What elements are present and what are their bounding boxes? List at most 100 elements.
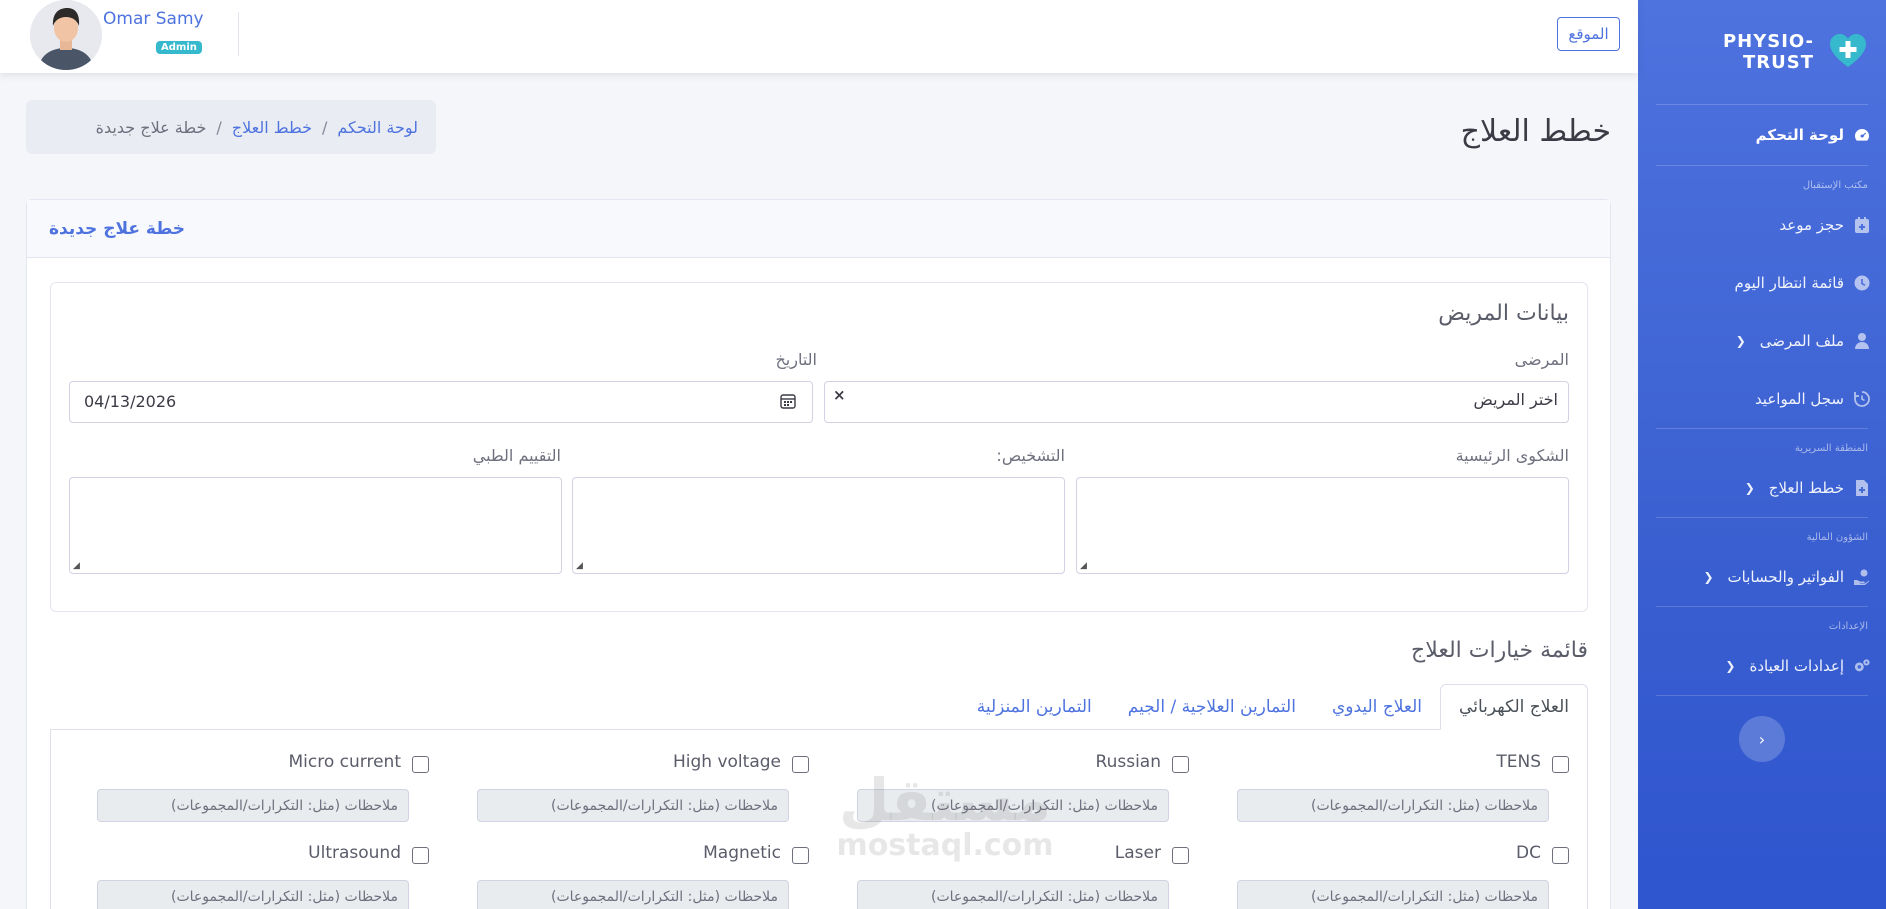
option-notes-input[interactable]: ملاحظات (مثل: التكرارات/المجموعات) [477,880,789,909]
sidebar-heading-finance: الشؤون المالية [1806,532,1868,543]
site-button[interactable]: الموقع [1557,17,1620,51]
breadcrumb-separator: / [321,117,328,137]
file-medical-icon [1854,480,1870,496]
resize-grip-icon[interactable]: ◢ [576,561,583,571]
sidebar-item-label: إعدادات العيادة [1749,657,1844,675]
options-title: قائمة خيارات العلاج [1411,638,1588,663]
sidebar-heading-settings: الإعدادات [1828,621,1868,632]
option-label: High voltage [673,752,781,772]
sidebar-heading-reception: مكتب الإستقبال [1802,180,1868,191]
option-checkbox[interactable] [792,847,809,864]
sidebar-heading-clinical: المنطقة السريرية [1794,443,1868,454]
option-checkbox[interactable] [412,847,429,864]
complaint-textarea[interactable]: ◢ [1076,477,1569,574]
patient-select-placeholder: اختر المريض [1473,390,1558,409]
user-injured-icon [1854,333,1870,349]
sidebar-item-clinic-settings[interactable]: إعدادات العيادة ❮ [1638,637,1886,695]
option-label: Laser [1114,843,1161,863]
sidebar-item-appointment-log[interactable]: سجل المواعيد [1638,370,1886,428]
assessment-textarea[interactable]: ◢ [69,477,562,574]
option-notes-input[interactable]: ملاحظات (مثل: التكرارات/المجموعات) [477,789,789,822]
avatar[interactable] [30,0,102,70]
chevron-left-icon: ❮ [1744,481,1755,495]
treatment-options: TENS ملاحظات (مثل: التكرارات/المجموعات) … [50,730,1588,909]
sidebar-item-treatment-plans[interactable]: خطط العلاج ❮ [1638,459,1886,517]
option-notes-input[interactable]: ملاحظات (مثل: التكرارات/المجموعات) [1237,880,1549,909]
option-checkbox[interactable] [1172,847,1189,864]
option-checkbox[interactable] [1172,756,1189,773]
option-checkbox[interactable] [1552,756,1569,773]
option-notes-input[interactable]: ملاحظات (مثل: التكرارات/المجموعات) [857,880,1169,909]
sidebar-item-label: الفواتير والحسابات [1727,568,1844,586]
sidebar-toggle-button[interactable]: ‹ [1739,716,1785,762]
calendar-plus-icon [1854,217,1870,233]
treatment-tabs: العلاج الكهربائي العلاج اليدوي التمارين … [50,684,1588,730]
topbar: Omar Samy Admin الموقع [0,0,1638,73]
option-micro-current: Micro current ملاحظات (مثل: التكرارات/ال… [97,750,429,830]
date-input[interactable]: 04/13/2026 [69,381,813,423]
clock-icon [1854,275,1870,291]
option-checkbox[interactable] [792,756,809,773]
breadcrumb: خطة علاج جديدة / خطط العلاج / لوحة التحك… [26,100,436,154]
option-notes-input[interactable]: ملاحظات (مثل: التكرارات/المجموعات) [1237,789,1549,822]
calendar-icon[interactable] [780,393,796,413]
user-name[interactable]: Omar Samy [103,9,204,29]
option-checkbox[interactable] [412,756,429,773]
sidebar-item-patient-file[interactable]: ملف المرضى ❮ [1638,312,1886,370]
breadcrumb-treatment-plans[interactable]: خطط العلاج [232,118,312,137]
option-magnetic: Magnetic ملاحظات (مثل: التكرارات/المجموع… [477,841,809,909]
assessment-label: التقييم الطبي [472,446,561,465]
sidebar-item-label: سجل المواعيد [1754,390,1844,408]
resize-grip-icon[interactable]: ◢ [73,561,80,571]
patient-section-title: بيانات المريض [1438,301,1569,326]
option-label: Magnetic [703,843,781,863]
date-value: 04/13/2026 [84,392,177,411]
clear-icon[interactable]: × [833,386,846,404]
breadcrumb-dashboard[interactable]: لوحة التحكم [337,118,418,137]
watermark-url: mostaql.com [836,828,1054,863]
sidebar-item-today-waitlist[interactable]: قائمة انتظار اليوم [1638,254,1886,312]
option-tens: TENS ملاحظات (مثل: التكرارات/المجموعات) [1237,750,1569,830]
option-dc: DC ملاحظات (مثل: التكرارات/المجموعات) [1237,841,1569,909]
card-header: خطة علاج جديدة [27,200,1610,258]
date-label: التاريخ [775,350,817,369]
tab-home-exercise[interactable]: التمارين المنزلية [959,684,1110,730]
history-icon [1854,391,1870,407]
treatment-plan-card: خطة علاج جديدة بيانات المريض المرضى اختر… [26,199,1611,909]
sidebar: PHYSIO-TRUST لوحة التحكم مكتب الإستقبال … [1638,0,1886,909]
patient-select[interactable]: اختر المريض × [824,381,1569,423]
sidebar-item-invoices[interactable]: الفواتير والحسابات ❮ [1638,548,1886,606]
option-notes-input[interactable]: ملاحظات (مثل: التكرارات/المجموعات) [97,880,409,909]
heart-plus-icon [1828,32,1868,72]
sidebar-item-book-appointment[interactable]: حجز موعد [1638,196,1886,254]
watermark-logo-text: مستقل [838,766,1052,834]
gauge-icon [1854,127,1870,143]
chevron-left-icon: ❮ [1703,570,1714,584]
option-label: DC [1516,843,1541,863]
sidebar-item-dashboard[interactable]: لوحة التحكم [1638,105,1886,165]
option-checkbox[interactable] [1552,847,1569,864]
diagnosis-label: التشخيص: [996,446,1065,465]
page-title: خطط العلاج [1460,114,1611,149]
sidebar-item-label: حجز موعد [1779,216,1844,234]
option-notes-input[interactable]: ملاحظات (مثل: التكرارات/المجموعات) [97,789,409,822]
option-ultrasound: Ultrasound ملاحظات (مثل: التكرارات/المجم… [97,841,429,909]
diagnosis-textarea[interactable]: ◢ [572,477,1065,574]
sidebar-item-label: ملف المرضى [1759,332,1844,350]
topbar-divider [238,12,239,56]
role-badge: Admin [156,41,202,54]
option-label: TENS [1496,752,1541,772]
sidebar-item-label: لوحة التحكم [1755,126,1844,144]
brand-name: PHYSIO-TRUST [1722,31,1814,73]
sidebar-brand[interactable]: PHYSIO-TRUST [1638,0,1886,104]
resize-grip-icon[interactable]: ◢ [1080,561,1087,571]
option-label: Russian [1095,752,1161,772]
patient-section: بيانات المريض المرضى اختر المريض × التار… [50,282,1588,612]
tab-electrotherapy[interactable]: العلاج الكهربائي [1440,684,1588,730]
watermark: مستقل mostaql.com [825,770,1065,862]
sidebar-item-label: خطط العلاج [1768,479,1844,497]
breadcrumb-separator: / [216,117,222,137]
tab-therapeutic-exercise[interactable]: التمارين العلاجية / الجيم [1110,684,1314,730]
tab-manual-therapy[interactable]: العلاج اليدوي [1314,684,1440,730]
patient-label: المرضى [1514,350,1569,369]
